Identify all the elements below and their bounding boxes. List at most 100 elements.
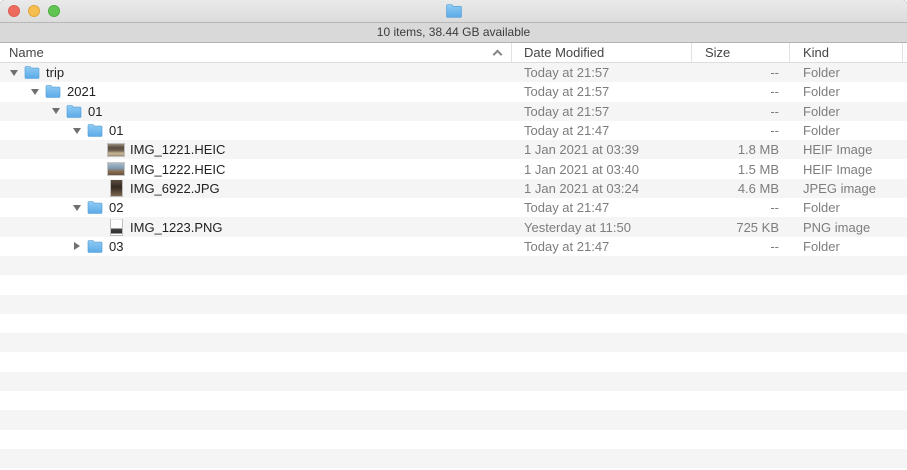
photo-portrait-dark [108, 180, 124, 197]
date-modified-cell: Yesterday at 11:50 [512, 220, 692, 235]
traffic-lights [8, 5, 60, 17]
table-row[interactable]: 01Today at 21:57--Folder [0, 102, 907, 121]
column-header-date-modified[interactable]: Date Modified [512, 43, 692, 62]
title-bar[interactable] [0, 0, 907, 23]
triangle-open-icon [10, 70, 18, 76]
disclosure-triangle-icon[interactable] [71, 242, 83, 250]
folder-icon [87, 122, 103, 139]
size-cell: -- [692, 200, 790, 215]
empty-row [0, 372, 907, 391]
disclosure-triangle-icon[interactable] [50, 108, 62, 114]
status-bar: 10 items, 38.44 GB available [0, 23, 907, 43]
photo-landscape-2 [108, 161, 124, 178]
size-cell: -- [692, 123, 790, 138]
kind-cell: HEIF Image [790, 162, 907, 177]
column-header-row: Name Date Modified Size Kind [0, 43, 907, 63]
table-row[interactable]: IMG_6922.JPG1 Jan 2021 at 03:244.6 MBJPE… [0, 179, 907, 198]
triangle-open-icon [73, 205, 81, 211]
name-cell: trip [0, 64, 512, 81]
file-name-label: 2021 [67, 84, 96, 99]
kind-cell: HEIF Image [790, 142, 907, 157]
triangle-open-icon [31, 89, 39, 95]
empty-row [0, 391, 907, 410]
disclosure-triangle-icon[interactable] [71, 205, 83, 211]
name-cell: 01 [0, 103, 512, 120]
disclosure-triangle-icon[interactable] [29, 89, 41, 95]
file-name-label: IMG_1221.HEIC [130, 142, 225, 157]
date-modified-cell: Today at 21:47 [512, 200, 692, 215]
empty-row [0, 410, 907, 429]
name-cell: IMG_1221.HEIC [0, 141, 512, 158]
folder-proxy-icon[interactable] [445, 4, 462, 23]
sort-ascending-icon [493, 49, 503, 59]
file-name-label: 03 [109, 239, 123, 254]
column-header-kind[interactable]: Kind [790, 43, 903, 62]
screenshot-portrait-light [108, 219, 124, 236]
folder-icon [87, 238, 103, 255]
size-cell: 1.5 MB [692, 162, 790, 177]
kind-cell: Folder [790, 84, 907, 99]
table-row[interactable]: 01Today at 21:47--Folder [0, 121, 907, 140]
table-row[interactable]: IMG_1222.HEIC 1 Jan 2021 at 03:401.5 MBHE… [0, 159, 907, 178]
empty-row [0, 256, 907, 275]
table-row[interactable]: 2021Today at 21:57--Folder [0, 82, 907, 101]
column-header-size[interactable]: Size [692, 43, 790, 62]
name-cell: IMG_6922.JPG [0, 180, 512, 197]
name-cell: IMG_1223.PNG [0, 219, 512, 236]
date-modified-cell: 1 Jan 2021 at 03:39 [512, 142, 692, 157]
date-modified-cell: 1 Jan 2021 at 03:40 [512, 162, 692, 177]
empty-row [0, 275, 907, 294]
name-cell: 2021 [0, 83, 512, 100]
size-cell: 725 KB [692, 220, 790, 235]
file-name-label: trip [46, 65, 64, 80]
photo-portrait-dark [111, 180, 122, 196]
size-cell: -- [692, 65, 790, 80]
table-row[interactable]: trip Today at 21:57--Folder [0, 63, 907, 82]
column-header-filler [903, 43, 907, 62]
photo-landscape-2 [108, 163, 124, 175]
minimize-button[interactable] [28, 5, 40, 17]
date-modified-cell: Today at 21:47 [512, 239, 692, 254]
file-list: tripToday at 21:57--Folder2021Today at 2… [0, 63, 907, 470]
folder-icon [24, 64, 40, 81]
name-cell: 01 [0, 122, 512, 139]
table-row[interactable]: 02 Today at 21:47--Folder [0, 198, 907, 217]
file-name-label: 02 [109, 200, 123, 215]
date-modified-cell: Today at 21:47 [512, 123, 692, 138]
size-cell: -- [692, 239, 790, 254]
kind-cell: Folder [790, 239, 907, 254]
folder-icon [45, 83, 61, 100]
kind-cell: Folder [790, 200, 907, 215]
file-name-label: IMG_1222.HEIC [130, 162, 225, 177]
kind-cell: PNG image [790, 220, 907, 235]
size-cell: 1.8 MB [692, 142, 790, 157]
empty-row [0, 430, 907, 449]
column-header-name[interactable]: Name [0, 43, 512, 62]
size-cell: 4.6 MB [692, 181, 790, 196]
disclosure-triangle-icon[interactable] [8, 70, 20, 76]
kind-cell: Folder [790, 65, 907, 80]
date-modified-cell: 1 Jan 2021 at 03:24 [512, 181, 692, 196]
zoom-button[interactable] [48, 5, 60, 17]
screenshot-portrait-light [111, 219, 122, 235]
kind-cell: Folder [790, 104, 907, 119]
date-modified-cell: Today at 21:57 [512, 65, 692, 80]
disclosure-triangle-icon[interactable] [71, 128, 83, 134]
file-name-label: 01 [88, 104, 102, 119]
finder-window: 10 items, 38.44 GB available Name Date M… [0, 0, 907, 470]
triangle-open-icon [73, 128, 81, 134]
close-button[interactable] [8, 5, 20, 17]
photo-landscape-1 [108, 144, 124, 156]
name-cell: IMG_1222.HEIC [0, 161, 512, 178]
triangle-open-icon [52, 108, 60, 114]
photo-landscape-1 [108, 141, 124, 158]
name-cell: 03 [0, 238, 512, 255]
table-row[interactable]: 03 Today at 21:47--Folder [0, 237, 907, 256]
status-text: 10 items, 38.44 GB available [377, 25, 530, 39]
table-row[interactable]: IMG_1223.PNGYesterday at 11:50725 KBPNG … [0, 217, 907, 236]
date-modified-cell: Today at 21:57 [512, 84, 692, 99]
folder-icon [87, 199, 103, 216]
kind-cell: Folder [790, 123, 907, 138]
table-row[interactable]: IMG_1221.HEIC 1 Jan 2021 at 03:391.8 MBHE… [0, 140, 907, 159]
empty-row [0, 295, 907, 314]
